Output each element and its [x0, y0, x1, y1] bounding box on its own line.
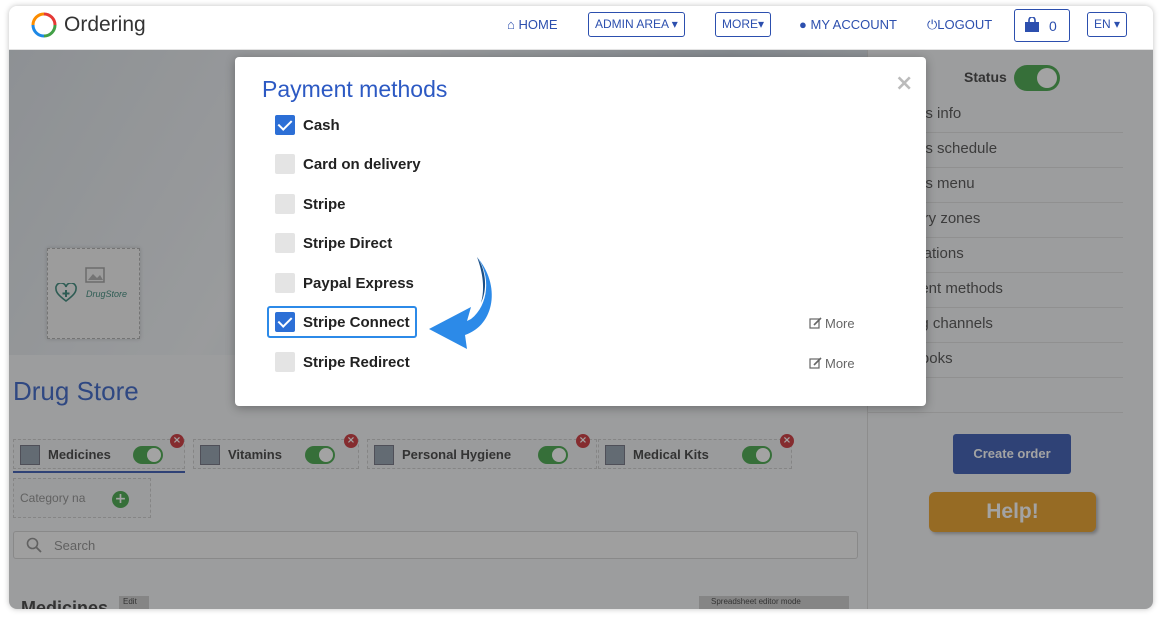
payment-method-stripe-redirect[interactable]: Stripe Redirect More	[275, 351, 875, 375]
edit-icon	[809, 317, 822, 329]
power-icon: ⏻	[927, 17, 938, 32]
ordering-logo-icon	[31, 12, 57, 38]
more-dropdown[interactable]: MORE▾	[715, 12, 772, 37]
checkbox-unchecked[interactable]	[275, 194, 295, 214]
payment-method-card-on-delivery[interactable]: Card on delivery	[275, 153, 875, 177]
close-icon[interactable]: ×	[895, 71, 913, 96]
payment-method-stripe-direct[interactable]: Stripe Direct	[275, 232, 875, 256]
more-link[interactable]: More	[809, 316, 855, 331]
cart-button[interactable]: 0	[1014, 9, 1070, 42]
nav-logout[interactable]: ⏻LOGOUT	[927, 17, 992, 33]
caret-down-icon: ▾	[758, 17, 765, 31]
edit-icon	[809, 357, 822, 369]
stripe-connect-highlight	[267, 306, 417, 338]
cart-count: 0	[1049, 18, 1057, 34]
logo-text[interactable]: Ordering	[64, 13, 146, 37]
pointer-arrow-icon	[429, 257, 492, 349]
app-window: Ordering ⌂ HOME ADMIN AREA ▾ MORE▾ ● MY …	[9, 6, 1153, 609]
checkbox-unchecked[interactable]	[275, 154, 295, 174]
nav-my-account[interactable]: ● MY ACCOUNT	[799, 17, 897, 32]
payment-method-stripe[interactable]: Stripe	[275, 193, 875, 217]
checkbox-unchecked[interactable]	[275, 273, 295, 293]
shopping-bag-icon	[1025, 17, 1039, 32]
checkbox-checked[interactable]	[275, 115, 295, 135]
modal-title: Payment methods	[262, 76, 448, 102]
payment-method-cash[interactable]: Cash	[275, 114, 875, 138]
caret-down-icon: ▾	[1114, 17, 1121, 31]
payment-method-paypal-express[interactable]: Paypal Express	[275, 272, 875, 296]
admin-area-dropdown[interactable]: ADMIN AREA ▾	[588, 12, 685, 37]
caret-down-icon: ▾	[671, 17, 678, 31]
payment-methods-modal: Payment methods × Cash Card on delivery …	[235, 57, 926, 406]
more-link[interactable]: More	[809, 356, 855, 371]
home-icon: ⌂	[507, 17, 515, 32]
nav-home[interactable]: ⌂ HOME	[507, 17, 557, 32]
checkbox-unchecked[interactable]	[275, 233, 295, 253]
user-icon: ●	[799, 17, 807, 32]
top-navbar: Ordering ⌂ HOME ADMIN AREA ▾ MORE▾ ● MY …	[9, 6, 1153, 50]
language-dropdown[interactable]: EN ▾	[1087, 12, 1128, 37]
checkbox-unchecked[interactable]	[275, 352, 295, 372]
